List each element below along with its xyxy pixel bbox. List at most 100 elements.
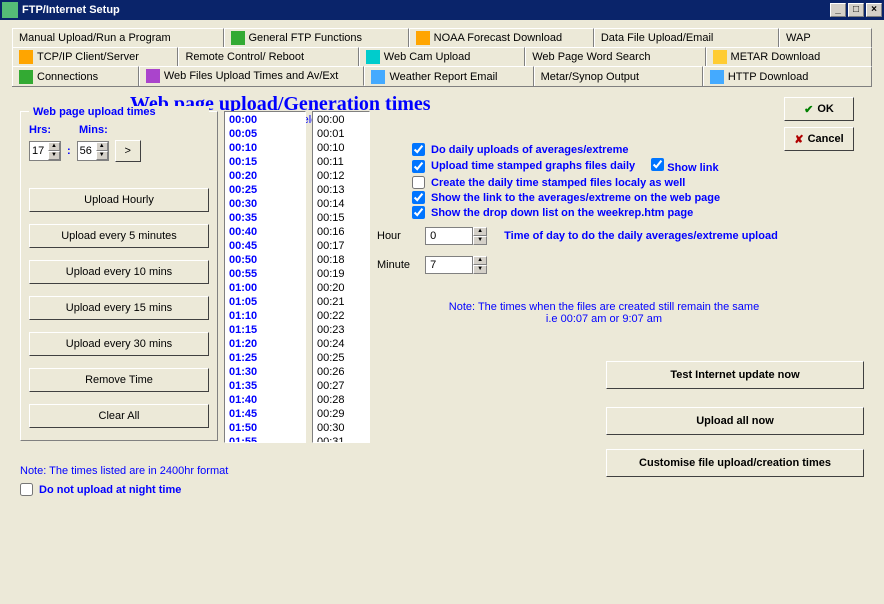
list-item[interactable]: 00:24	[315, 337, 367, 351]
list-item[interactable]: 00:21	[315, 295, 367, 309]
chk-show-dropdown[interactable]	[412, 206, 425, 219]
ok-button[interactable]: OK	[784, 97, 854, 121]
list-item[interactable]: 00:20	[227, 169, 303, 183]
list-item[interactable]: 00:16	[315, 225, 367, 239]
tab-web-files-upload[interactable]: Web Files Upload Times and Av/Ext	[139, 66, 365, 86]
list-item[interactable]: 00:01	[315, 127, 367, 141]
opt-daily-averages[interactable]: Do daily uploads of averages/extreme	[412, 143, 720, 156]
upload-15-button[interactable]: Upload every 15 mins	[29, 296, 209, 320]
tab-general-ftp[interactable]: General FTP Functions	[224, 28, 409, 47]
maximize-button[interactable]: □	[848, 3, 864, 17]
add-time-button[interactable]: >	[115, 140, 141, 162]
opt-no-night-upload[interactable]: Do not upload at night time	[20, 483, 181, 496]
minute-down[interactable]: ▼	[473, 265, 487, 274]
list-item[interactable]: 01:10	[227, 309, 303, 323]
list-item[interactable]: 00:12	[315, 169, 367, 183]
list-item[interactable]: 01:40	[227, 393, 303, 407]
upload-10-button[interactable]: Upload every 10 mins	[29, 260, 209, 284]
list-item[interactable]: 01:50	[227, 421, 303, 435]
list-item[interactable]: 01:15	[227, 323, 303, 337]
list-item[interactable]: 01:20	[227, 337, 303, 351]
mins-down[interactable]: ▼	[96, 151, 108, 160]
list-item[interactable]: 00:20	[315, 281, 367, 295]
opt-show-link-avg[interactable]: Show the link to the averages/extreme on…	[412, 191, 720, 204]
list-item[interactable]: 00:28	[315, 393, 367, 407]
hrs-stepper[interactable]: ▲▼	[29, 141, 61, 161]
upload-all-button[interactable]: Upload all now	[606, 407, 864, 435]
list-item[interactable]: 00:50	[227, 253, 303, 267]
chk-daily-averages[interactable]	[412, 143, 425, 156]
minute-input[interactable]	[425, 256, 473, 274]
tab-data-file-upload[interactable]: Data File Upload/Email	[594, 28, 779, 47]
list-item[interactable]: 00:14	[315, 197, 367, 211]
list-item[interactable]: 01:30	[227, 365, 303, 379]
opt-create-local[interactable]: Create the daily time stamped files loca…	[412, 176, 720, 189]
tab-weather-report[interactable]: Weather Report Email	[364, 66, 533, 86]
minute-stepper[interactable]: ▲▼	[425, 256, 487, 274]
tab-metar[interactable]: METAR Download	[706, 47, 872, 66]
chk-show-link-avg[interactable]	[412, 191, 425, 204]
list-item[interactable]: 00:29	[315, 407, 367, 421]
list-item[interactable]: 00:45	[227, 239, 303, 253]
list-item[interactable]: 00:25	[315, 351, 367, 365]
list-item[interactable]: 01:00	[227, 281, 303, 295]
list-item[interactable]: 00:19	[315, 267, 367, 281]
tab-connections[interactable]: Connections	[12, 66, 139, 86]
tab-http-download[interactable]: HTTP Download	[703, 66, 872, 86]
tab-wap[interactable]: WAP	[779, 28, 872, 47]
list-item[interactable]: 00:55	[227, 267, 303, 281]
list-item[interactable]: 00:26	[315, 365, 367, 379]
hour-up[interactable]: ▲	[473, 227, 487, 236]
available-times-list[interactable]: 00:0000:0100:1000:1100:1200:1300:1400:15…	[312, 111, 370, 443]
list-item[interactable]: 00:10	[315, 141, 367, 155]
list-item[interactable]: 01:55	[227, 435, 303, 443]
tab-remote-control[interactable]: Remote Control/ Reboot	[178, 47, 358, 66]
chk-create-local[interactable]	[412, 176, 425, 189]
tab-word-search[interactable]: Web Page Word Search	[525, 47, 705, 66]
hrs-down[interactable]: ▼	[48, 151, 60, 160]
mins-up[interactable]: ▲	[96, 142, 108, 151]
list-item[interactable]: 01:25	[227, 351, 303, 365]
list-item[interactable]: 00:35	[227, 211, 303, 225]
list-item[interactable]: 00:25	[227, 183, 303, 197]
list-item[interactable]: 00:10	[227, 141, 303, 155]
hour-input[interactable]	[425, 227, 473, 245]
mins-stepper[interactable]: ▲▼	[77, 141, 109, 161]
tab-metar-synop[interactable]: Metar/Synop Output	[534, 66, 703, 86]
hour-down[interactable]: ▼	[473, 236, 487, 245]
minute-up[interactable]: ▲	[473, 256, 487, 265]
chk-time-stamped[interactable]	[412, 160, 425, 173]
list-item[interactable]: 00:27	[315, 379, 367, 393]
list-item[interactable]: 00:30	[315, 421, 367, 435]
list-item[interactable]: 00:17	[315, 239, 367, 253]
list-item[interactable]: 00:00	[315, 113, 367, 127]
customise-button[interactable]: Customise file upload/creation times	[606, 449, 864, 477]
list-item[interactable]: 00:00	[227, 113, 303, 127]
list-item[interactable]: 01:35	[227, 379, 303, 393]
chk-no-night-upload[interactable]	[20, 483, 33, 496]
upload-hourly-button[interactable]: Upload Hourly	[29, 188, 209, 212]
list-item[interactable]: 00:30	[227, 197, 303, 211]
hrs-up[interactable]: ▲	[48, 142, 60, 151]
list-item[interactable]: 01:05	[227, 295, 303, 309]
list-item[interactable]: 00:15	[315, 211, 367, 225]
remove-time-button[interactable]: Remove Time	[29, 368, 209, 392]
list-item[interactable]: 01:45	[227, 407, 303, 421]
opt-show-dropdown[interactable]: Show the drop down list on the weekrep.h…	[412, 206, 720, 219]
list-item[interactable]: 00:11	[315, 155, 367, 169]
list-item[interactable]: 00:13	[315, 183, 367, 197]
upload-5-button[interactable]: Upload every 5 minutes	[29, 224, 209, 248]
test-internet-button[interactable]: Test Internet update now	[606, 361, 864, 389]
list-item[interactable]: 00:05	[227, 127, 303, 141]
tab-tcpip[interactable]: TCP/IP Client/Server	[12, 47, 178, 66]
selected-times-list[interactable]: 00:0000:0500:1000:1500:2000:2500:3000:35…	[224, 111, 306, 443]
list-item[interactable]: 00:18	[315, 253, 367, 267]
upload-30-button[interactable]: Upload every 30 mins	[29, 332, 209, 356]
tab-webcam[interactable]: Web Cam Upload	[359, 47, 525, 66]
clear-all-button[interactable]: Clear All	[29, 404, 209, 428]
list-item[interactable]: 00:23	[315, 323, 367, 337]
cancel-button[interactable]: Cancel	[784, 127, 854, 151]
tab-manual-upload[interactable]: Manual Upload/Run a Program	[12, 28, 224, 47]
opt-time-stamped[interactable]: Upload time stamped graphs files daily S…	[412, 158, 720, 174]
hour-stepper[interactable]: ▲▼	[425, 227, 487, 245]
